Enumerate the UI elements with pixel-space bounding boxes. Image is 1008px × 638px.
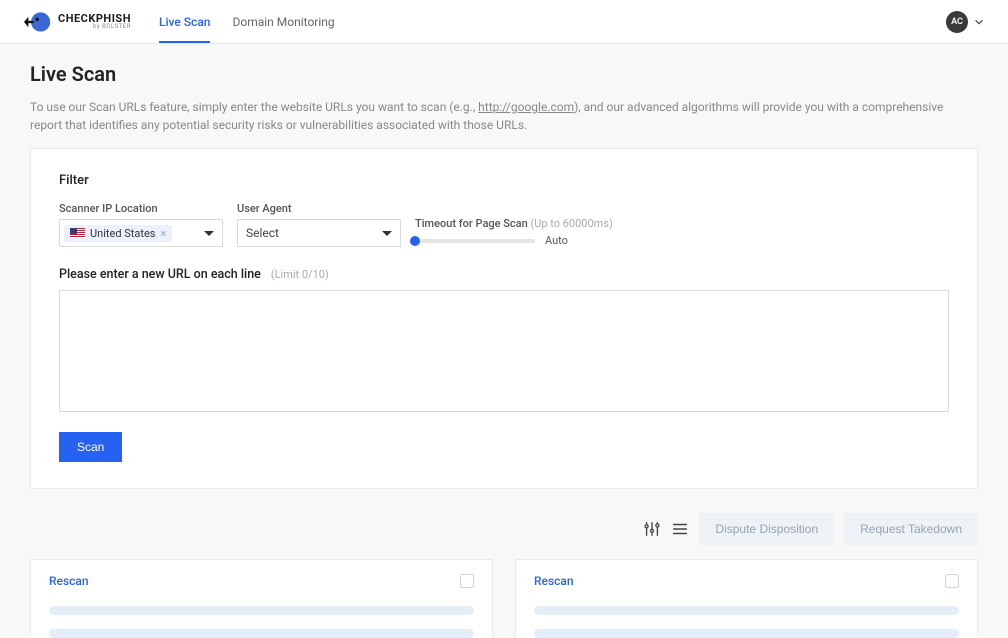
page-body: Live Scan To use our Scan URLs feature, … [0, 44, 1008, 638]
url-input-label: Please enter a new URL on each line [59, 267, 261, 282]
result-checkbox[interactable] [945, 574, 959, 588]
scan-button[interactable]: Scan [59, 432, 122, 462]
result-card-header: Rescan [534, 574, 959, 588]
caret-down-icon [204, 231, 214, 236]
filter-row: Scanner IP Location United States × User… [59, 202, 949, 247]
flag-us-icon [70, 228, 85, 238]
url-input-limit: (Limit 0/10) [271, 268, 329, 281]
nav-tabs: Live Scan Domain Monitoring [159, 1, 335, 43]
field-scanner-location: Scanner IP Location United States × [59, 202, 223, 247]
user-agent-value: Select [246, 226, 279, 240]
tab-live-scan[interactable]: Live Scan [159, 1, 211, 43]
skeleton-line [534, 629, 959, 638]
url-textarea[interactable] [59, 290, 949, 412]
scanner-location-value: United States [90, 227, 155, 240]
user-agent-select[interactable]: Select [237, 219, 401, 247]
dispute-disposition-button[interactable]: Dispute Disposition [699, 513, 834, 545]
timeout-label: Timeout for Page Scan (Up to 60000ms) [415, 217, 613, 230]
filter-heading: Filter [59, 173, 949, 188]
field-user-agent: User Agent Select [237, 202, 401, 247]
sliders-icon[interactable] [643, 520, 661, 538]
filter-card: Filter Scanner IP Location United States… [30, 148, 978, 489]
request-takedown-button[interactable]: Request Takedown [844, 513, 978, 545]
avatar[interactable]: AC [946, 11, 968, 33]
list-view-icon[interactable] [671, 520, 689, 538]
brand-logo[interactable]: CHECKPHISH by BOLSTER [24, 8, 131, 36]
results-row: Rescan Rescan [30, 559, 978, 638]
rescan-link[interactable]: Rescan [49, 574, 89, 588]
timeout-value: Auto [545, 234, 568, 247]
user-agent-label: User Agent [237, 202, 401, 215]
slider-thumb[interactable] [410, 236, 420, 246]
caret-down-icon [382, 231, 392, 236]
header-right[interactable]: AC [946, 11, 984, 33]
results-toolbar: Dispute Disposition Request Takedown [30, 513, 978, 545]
chevron-down-icon [974, 17, 984, 27]
result-card-header: Rescan [49, 574, 474, 588]
intro-pre: To use our Scan URLs feature, simply ent… [30, 100, 478, 114]
result-card: Rescan [30, 559, 493, 638]
timeout-label-text: Timeout for Page Scan [415, 217, 530, 230]
scanner-location-select[interactable]: United States × [59, 219, 223, 247]
rescan-link[interactable]: Rescan [534, 574, 574, 588]
app-header: CHECKPHISH by BOLSTER Live Scan Domain M… [0, 0, 1008, 44]
result-checkbox[interactable] [460, 574, 474, 588]
scanner-location-remove[interactable]: × [160, 227, 166, 240]
page-title: Live Scan [30, 62, 978, 86]
skeleton-line [534, 606, 959, 615]
brand-byline: by BOLSTER [58, 24, 131, 30]
skeleton-line [49, 606, 474, 615]
logo-icon [24, 8, 52, 36]
scanner-location-label: Scanner IP Location [59, 202, 223, 215]
page-intro: To use our Scan URLs feature, simply ent… [30, 98, 950, 134]
timeout-hint: (Up to 60000ms) [530, 217, 612, 230]
timeout-control: Auto [415, 234, 613, 247]
result-card: Rescan [515, 559, 978, 638]
timeout-slider[interactable] [415, 239, 535, 243]
logo-text: CHECKPHISH by BOLSTER [58, 13, 131, 30]
skeleton-line [49, 629, 474, 638]
tab-domain-monitoring[interactable]: Domain Monitoring [232, 1, 334, 43]
intro-example-link[interactable]: http://google.com [478, 100, 574, 114]
scanner-location-chip: United States × [64, 225, 172, 242]
url-label-row: Please enter a new URL on each line (Lim… [59, 267, 949, 282]
header-left: CHECKPHISH by BOLSTER Live Scan Domain M… [24, 1, 335, 43]
field-timeout: Timeout for Page Scan (Up to 60000ms) Au… [415, 217, 613, 247]
